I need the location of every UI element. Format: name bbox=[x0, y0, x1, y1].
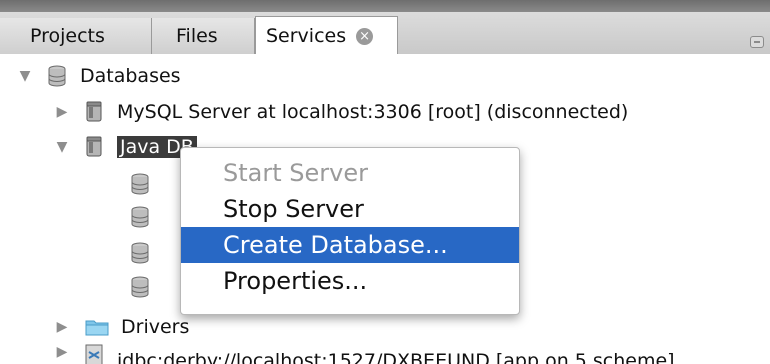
tree-node-drivers[interactable]: ▶ Drivers bbox=[55, 310, 190, 344]
minimize-window-button[interactable] bbox=[750, 36, 764, 48]
folder-icon bbox=[85, 320, 109, 336]
tab-files[interactable]: Files bbox=[152, 18, 255, 54]
tab-projects[interactable]: Projects bbox=[0, 18, 152, 54]
tab-strip: Projects Files Services × bbox=[0, 12, 770, 55]
window-top-bar bbox=[0, 0, 770, 12]
database-icon bbox=[48, 65, 66, 87]
databases-label: Databases bbox=[80, 65, 181, 87]
tab-services[interactable]: Services × bbox=[255, 16, 398, 55]
menu-item-create-database[interactable]: Create Database... bbox=[181, 227, 519, 263]
server-jar-icon bbox=[86, 136, 102, 157]
mysql-server-label: MySQL Server at localhost:3306 [root] (d… bbox=[117, 101, 629, 123]
database-icon[interactable] bbox=[131, 276, 149, 298]
database-icon[interactable] bbox=[131, 242, 149, 264]
tab-projects-label: Projects bbox=[30, 25, 105, 47]
connection-icon bbox=[85, 344, 103, 364]
server-jar-icon bbox=[86, 101, 102, 122]
tree-node-connection[interactable]: ▶ jdbc:derby://localhost:1527/DXBEEUND [… bbox=[55, 344, 675, 364]
collapsed-arrow-icon[interactable]: ▶ bbox=[55, 319, 69, 335]
tab-services-label: Services bbox=[266, 25, 347, 47]
collapsed-arrow-icon[interactable]: ▶ bbox=[55, 344, 69, 360]
connection-label: jdbc:derby://localhost:1527/DXBEEUND [ap… bbox=[117, 350, 675, 364]
database-icon[interactable] bbox=[131, 173, 149, 195]
collapsed-arrow-icon[interactable]: ▶ bbox=[55, 104, 69, 120]
menu-item-properties[interactable]: Properties... bbox=[181, 263, 519, 299]
tab-files-label: Files bbox=[176, 25, 218, 47]
close-tab-icon[interactable]: × bbox=[356, 27, 374, 45]
database-icon[interactable] bbox=[131, 206, 149, 228]
tree-node-java-db[interactable]: ▼ Java DB bbox=[55, 130, 197, 164]
context-menu: Start Server Stop Server Create Database… bbox=[180, 147, 520, 315]
menu-item-start-server: Start Server bbox=[223, 159, 368, 187]
drivers-label: Drivers bbox=[121, 316, 190, 338]
expanded-arrow-icon[interactable]: ▼ bbox=[55, 139, 69, 155]
tree-node-mysql-server[interactable]: ▶ MySQL Server at localhost:3306 [root] … bbox=[55, 95, 629, 129]
tree-node-databases[interactable]: ▼ Databases bbox=[18, 59, 181, 93]
expanded-arrow-icon[interactable]: ▼ bbox=[18, 68, 32, 84]
menu-item-stop-server[interactable]: Stop Server bbox=[181, 191, 519, 227]
